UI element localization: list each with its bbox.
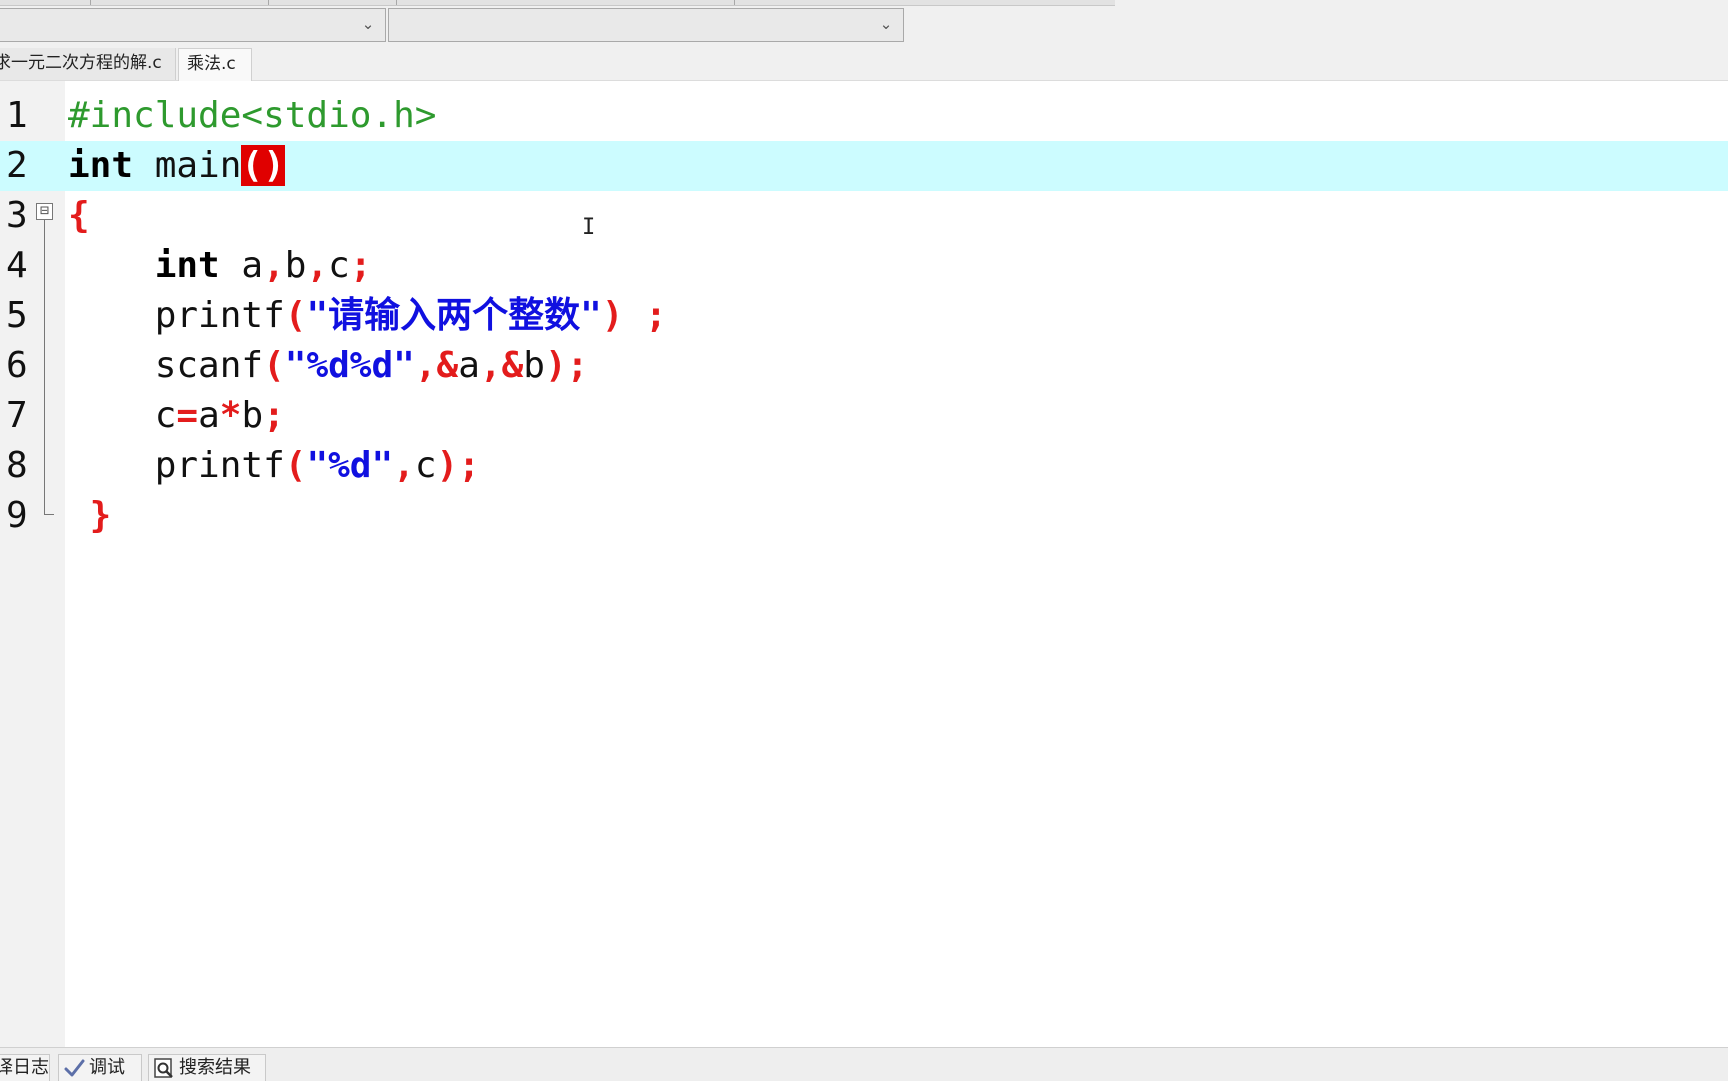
semicolon: ; xyxy=(623,295,667,336)
string-literal: "请输入两个整数" xyxy=(306,295,602,336)
semicolon: ; xyxy=(349,245,372,286)
line-number: 6 xyxy=(6,345,28,386)
toolbar: ⌄ ⌄ xyxy=(0,0,1728,48)
identifier: a xyxy=(219,245,264,286)
keyword-int: int xyxy=(154,245,220,286)
toolbar-divider xyxy=(90,0,91,5)
identifier: c xyxy=(414,445,437,486)
open-paren: ( xyxy=(284,295,307,336)
line-code: printf("请输入两个整数") ; xyxy=(68,291,667,341)
address-of: & xyxy=(501,345,524,386)
line-code: { xyxy=(68,191,90,241)
scope-combo[interactable]: ⌄ xyxy=(0,8,386,42)
tab-label: 调试 xyxy=(89,1057,125,1078)
line-code: scanf("%d%d",&a,&b); xyxy=(68,341,589,391)
address-of: & xyxy=(436,345,459,386)
code-line[interactable]: 4 int a,b,c; xyxy=(0,241,1728,291)
comma: , xyxy=(263,245,285,286)
line-code: #include<stdio.h> xyxy=(68,91,436,141)
code-lines: 1 #include<stdio.h> 2 int main() 3 ⊟ { 4… xyxy=(0,91,1728,541)
string-literal: "%d" xyxy=(306,445,394,486)
file-tab-bar: 求一元二次方程的解.c 乘法.c xyxy=(0,48,1728,81)
tab-label: 译日志 xyxy=(0,1057,49,1078)
symbol-combo[interactable]: ⌄ xyxy=(388,8,904,42)
code-editor[interactable]: 1 #include<stdio.h> 2 int main() 3 ⊟ { 4… xyxy=(0,81,1728,1047)
line-number: 5 xyxy=(6,295,28,336)
identifier: c xyxy=(154,395,177,436)
comma: , xyxy=(393,445,415,486)
comma: , xyxy=(414,345,437,386)
keyword-int: int xyxy=(68,145,134,186)
code-line[interactable]: 8 printf("%d",c); xyxy=(0,441,1728,491)
tab-search-results[interactable]: 搜索结果 xyxy=(148,1054,266,1081)
line-number: 1 xyxy=(6,95,28,136)
line-code: } xyxy=(68,491,112,541)
function-call: printf xyxy=(154,445,285,486)
code-line[interactable]: 7 c=a*b; xyxy=(0,391,1728,441)
line-number: 4 xyxy=(6,245,28,286)
identifier: c xyxy=(328,245,350,286)
open-paren: ( xyxy=(263,345,285,386)
toolbar-divider xyxy=(396,0,397,5)
identifier: b xyxy=(241,395,264,436)
toolbar-divider xyxy=(268,0,269,5)
bottom-panel-bar: 译日志 调试 搜索结果 xyxy=(0,1047,1728,1081)
tab-compile-log[interactable]: 译日志 xyxy=(0,1054,50,1081)
preprocessor-directive: #include<stdio.h> xyxy=(68,95,437,136)
toolbar-strip xyxy=(0,0,1115,6)
code-line[interactable]: 5 printf("请输入两个整数") ; xyxy=(0,291,1728,341)
line-number: 7 xyxy=(6,395,28,436)
open-brace: { xyxy=(68,195,90,236)
tab-label: 搜索结果 xyxy=(179,1057,251,1078)
comma: , xyxy=(479,345,502,386)
chevron-down-icon[interactable]: ⌄ xyxy=(359,15,377,33)
line-code: int a,b,c; xyxy=(68,241,372,291)
identifier: a xyxy=(198,395,220,436)
line-code: c=a*b; xyxy=(68,391,285,441)
toolbar-divider xyxy=(734,0,735,5)
identifier: a xyxy=(458,345,480,386)
line-code: int main() xyxy=(68,141,285,191)
identifier: b xyxy=(284,245,307,286)
identifier: b xyxy=(523,345,545,386)
check-icon xyxy=(64,1059,85,1077)
matched-bracket-highlight: () xyxy=(241,145,285,186)
semicolon: ; xyxy=(263,395,285,436)
function-name: main xyxy=(133,145,242,186)
code-line[interactable]: 6 scanf("%d%d",&a,&b); xyxy=(0,341,1728,391)
comma: , xyxy=(306,245,329,286)
text-cursor-icon: I xyxy=(582,215,596,240)
close-paren: ) xyxy=(601,295,624,336)
multiply-operator: * xyxy=(219,395,242,436)
line-number: 8 xyxy=(6,445,28,486)
close-paren-semicolon: ); xyxy=(544,345,589,386)
open-paren: ( xyxy=(284,445,307,486)
assign-operator: = xyxy=(176,395,199,436)
line-code: printf("%d",c); xyxy=(68,441,480,491)
code-line-current[interactable]: 2 int main() xyxy=(0,141,1728,191)
close-brace: } xyxy=(68,495,112,536)
tab-quadratic-file[interactable]: 求一元二次方程的解.c xyxy=(0,48,176,80)
line-number: 2 xyxy=(6,145,28,186)
function-call: scanf xyxy=(154,345,264,386)
line-number: 9 xyxy=(6,495,28,536)
chevron-down-icon[interactable]: ⌄ xyxy=(877,15,895,33)
code-line[interactable]: 9 } xyxy=(0,491,1728,541)
tab-label: 求一元二次方程的解.c xyxy=(0,53,162,73)
tab-debug[interactable]: 调试 xyxy=(58,1054,142,1081)
tab-multiplication-file[interactable]: 乘法.c xyxy=(178,48,252,81)
code-line[interactable]: 1 #include<stdio.h> xyxy=(0,91,1728,141)
close-paren-semicolon: ); xyxy=(436,445,480,486)
string-literal: "%d%d" xyxy=(284,345,415,386)
code-line[interactable]: 3 ⊟ { xyxy=(0,191,1728,241)
function-call: printf xyxy=(154,295,285,336)
search-icon xyxy=(154,1058,173,1078)
tab-label: 乘法.c xyxy=(187,54,236,74)
fold-collapse-icon[interactable]: ⊟ xyxy=(36,203,53,220)
